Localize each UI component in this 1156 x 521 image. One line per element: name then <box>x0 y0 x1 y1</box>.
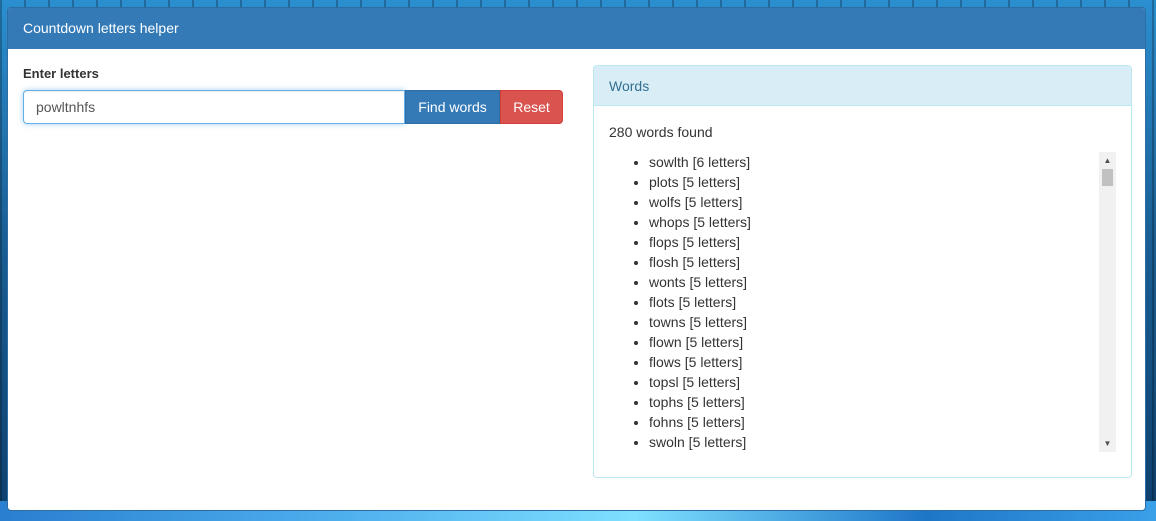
letters-form: Find words Reset <box>23 90 563 124</box>
words-panel: Words 280 words found sowlth [6 letters]… <box>593 65 1132 478</box>
word-list-item: wonts [5 letters] <box>649 272 1098 292</box>
word-list-scrollbar[interactable]: ▲ ▼ <box>1099 152 1116 452</box>
word-list-item: flown [5 letters] <box>649 332 1098 352</box>
reset-button[interactable]: Reset <box>500 90 563 124</box>
find-words-button[interactable]: Find words <box>405 90 500 124</box>
word-list-container[interactable]: sowlth [6 letters]plots [5 letters]wolfs… <box>609 152 1116 452</box>
app-panel: Countdown letters helper Enter letters F… <box>7 7 1146 511</box>
letters-label: Enter letters <box>23 66 99 81</box>
word-list-item: wolfs [5 letters] <box>649 192 1098 212</box>
words-panel-title: Words <box>594 66 1131 106</box>
scroll-down-icon[interactable]: ▼ <box>1099 435 1116 452</box>
word-list-item: tophs [5 letters] <box>649 392 1098 412</box>
word-list-item: swoln [5 letters] <box>649 432 1098 452</box>
words-count: 280 words found <box>609 124 713 140</box>
word-list-item: flosh [5 letters] <box>649 252 1098 272</box>
word-list-item: whops [5 letters] <box>649 212 1098 232</box>
word-list: sowlth [6 letters]plots [5 letters]wolfs… <box>609 152 1098 452</box>
word-list-item: topsl [5 letters] <box>649 372 1098 392</box>
word-list-item: flows [5 letters] <box>649 352 1098 372</box>
scroll-thumb[interactable] <box>1102 169 1113 186</box>
scroll-up-icon[interactable]: ▲ <box>1099 152 1116 169</box>
word-list-item: sowlth [6 letters] <box>649 152 1098 172</box>
word-list-item: fohns [5 letters] <box>649 412 1098 432</box>
letters-input[interactable] <box>23 90 405 124</box>
word-list-item: plots [5 letters] <box>649 172 1098 192</box>
word-list-item: flots [5 letters] <box>649 292 1098 312</box>
app-title: Countdown letters helper <box>8 8 1145 49</box>
word-list-item: towns [5 letters] <box>649 312 1098 332</box>
word-list-item: flops [5 letters] <box>649 232 1098 252</box>
